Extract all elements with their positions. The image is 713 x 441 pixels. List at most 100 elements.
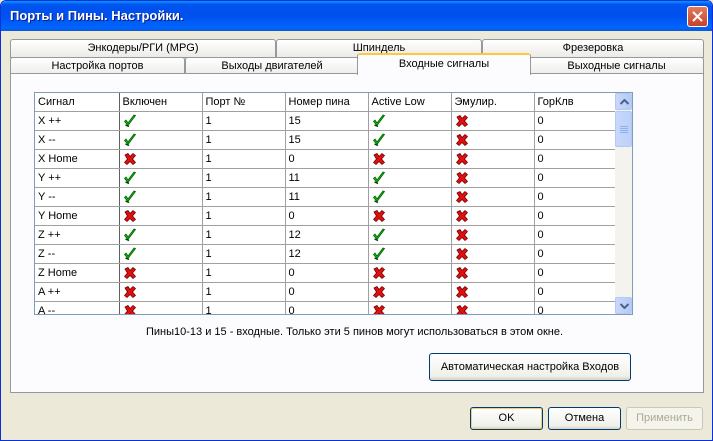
cell-hotkey[interactable]: 0 bbox=[534, 244, 618, 264]
cell-signal[interactable]: X Home bbox=[35, 149, 120, 169]
cell-port[interactable]: 1 bbox=[202, 301, 286, 314]
input-signals-grid[interactable]: Сигнал Включен Порт № Номер пина Active … bbox=[34, 92, 633, 315]
table-row[interactable]: Z ++ 1 12 0 bbox=[35, 225, 618, 245]
cell-hotkey[interactable]: 0 bbox=[534, 149, 618, 169]
table-row[interactable]: Y Home 1 0 0 bbox=[35, 206, 618, 226]
cell-active-low[interactable] bbox=[368, 130, 452, 150]
cell-enabled[interactable] bbox=[119, 225, 203, 245]
cell-signal[interactable]: Z -- bbox=[35, 244, 120, 264]
table-row[interactable]: X Home 1 0 0 bbox=[35, 149, 618, 169]
cell-active-low[interactable] bbox=[368, 282, 452, 302]
cell-signal[interactable]: Z Home bbox=[35, 263, 120, 283]
apply-button[interactable]: Применить bbox=[626, 407, 703, 430]
table-row[interactable]: Z Home 1 0 0 bbox=[35, 263, 618, 283]
cell-active-low[interactable] bbox=[368, 187, 452, 207]
cell-port[interactable]: 1 bbox=[202, 263, 286, 283]
cell-enabled[interactable] bbox=[119, 244, 203, 264]
cell-active-low[interactable] bbox=[368, 149, 452, 169]
cell-enabled[interactable] bbox=[119, 168, 203, 188]
cell-enabled[interactable] bbox=[119, 282, 203, 302]
cancel-button[interactable]: Отмена bbox=[548, 407, 621, 430]
cell-hotkey[interactable]: 0 bbox=[534, 130, 618, 150]
cell-active-low[interactable] bbox=[368, 244, 452, 264]
cell-port[interactable]: 1 bbox=[202, 168, 286, 188]
cell-hotkey[interactable]: 0 bbox=[534, 187, 618, 207]
cell-active-low[interactable] bbox=[368, 301, 452, 314]
cell-emulated[interactable] bbox=[451, 301, 535, 314]
cell-pin[interactable]: 0 bbox=[285, 301, 369, 314]
cell-enabled[interactable] bbox=[119, 149, 203, 169]
cell-pin[interactable]: 0 bbox=[285, 149, 369, 169]
cell-emulated[interactable] bbox=[451, 282, 535, 302]
cell-port[interactable]: 1 bbox=[202, 282, 286, 302]
cell-emulated[interactable] bbox=[451, 206, 535, 226]
cell-emulated[interactable] bbox=[451, 244, 535, 264]
cell-pin[interactable]: 0 bbox=[285, 282, 369, 302]
cell-emulated[interactable] bbox=[451, 225, 535, 245]
cell-pin[interactable]: 0 bbox=[285, 263, 369, 283]
table-row[interactable]: A -- 1 0 0 bbox=[35, 301, 618, 314]
cell-enabled[interactable] bbox=[119, 206, 203, 226]
cell-enabled[interactable] bbox=[119, 301, 203, 314]
cell-signal[interactable]: A ++ bbox=[35, 282, 120, 302]
grid-vertical-scrollbar[interactable] bbox=[615, 93, 632, 314]
cell-emulated[interactable] bbox=[451, 149, 535, 169]
table-row[interactable]: A ++ 1 0 0 bbox=[35, 282, 618, 302]
cell-signal[interactable]: X ++ bbox=[35, 111, 120, 131]
cell-hotkey[interactable]: 0 bbox=[534, 263, 618, 283]
cell-active-low[interactable] bbox=[368, 206, 452, 226]
cell-pin[interactable]: 15 bbox=[285, 111, 369, 131]
cell-pin[interactable]: 11 bbox=[285, 168, 369, 188]
cell-hotkey[interactable]: 0 bbox=[534, 168, 618, 188]
cell-emulated[interactable] bbox=[451, 111, 535, 131]
cell-active-low[interactable] bbox=[368, 225, 452, 245]
cell-hotkey[interactable]: 0 bbox=[534, 282, 618, 302]
cell-active-low[interactable] bbox=[368, 263, 452, 283]
close-button[interactable] bbox=[687, 6, 708, 27]
cell-enabled[interactable] bbox=[119, 187, 203, 207]
cell-signal[interactable]: Y Home bbox=[35, 206, 120, 226]
cell-pin[interactable]: 15 bbox=[285, 130, 369, 150]
cell-emulated[interactable] bbox=[451, 187, 535, 207]
scroll-thumb[interactable] bbox=[615, 111, 632, 147]
scroll-down-button[interactable] bbox=[615, 297, 632, 314]
tab-encoders[interactable]: Энкодеры/РГИ (MPG) bbox=[10, 39, 276, 58]
cell-port[interactable]: 1 bbox=[202, 111, 286, 131]
tab-input-signals[interactable]: Входные сигналы bbox=[357, 53, 531, 75]
ok-button[interactable]: OK bbox=[470, 407, 543, 430]
cell-port[interactable]: 1 bbox=[202, 206, 286, 226]
cell-pin[interactable]: 11 bbox=[285, 187, 369, 207]
scroll-up-button[interactable] bbox=[615, 93, 632, 110]
table-row[interactable]: Y ++ 1 11 0 bbox=[35, 168, 618, 188]
cell-enabled[interactable] bbox=[119, 111, 203, 131]
cell-signal[interactable]: Y -- bbox=[35, 187, 120, 207]
cell-port[interactable]: 1 bbox=[202, 130, 286, 150]
cell-pin[interactable]: 12 bbox=[285, 244, 369, 264]
cell-port[interactable]: 1 bbox=[202, 187, 286, 207]
cell-active-low[interactable] bbox=[368, 168, 452, 188]
cell-enabled[interactable] bbox=[119, 130, 203, 150]
cell-port[interactable]: 1 bbox=[202, 149, 286, 169]
cell-pin[interactable]: 0 bbox=[285, 206, 369, 226]
table-row[interactable]: Y -- 1 11 0 bbox=[35, 187, 618, 207]
cell-pin[interactable]: 12 bbox=[285, 225, 369, 245]
cell-signal[interactable]: X -- bbox=[35, 130, 120, 150]
cell-hotkey[interactable]: 0 bbox=[534, 206, 618, 226]
table-row[interactable]: Z -- 1 12 0 bbox=[35, 244, 618, 264]
table-row[interactable]: X ++ 1 15 0 bbox=[35, 111, 618, 131]
auto-config-inputs-button[interactable]: Автоматическая настройка Входов bbox=[429, 353, 631, 381]
cell-signal[interactable]: Y ++ bbox=[35, 168, 120, 188]
cell-emulated[interactable] bbox=[451, 130, 535, 150]
cell-active-low[interactable] bbox=[368, 111, 452, 131]
cell-port[interactable]: 1 bbox=[202, 244, 286, 264]
cell-enabled[interactable] bbox=[119, 263, 203, 283]
cell-port[interactable]: 1 bbox=[202, 225, 286, 245]
cell-hotkey[interactable]: 0 bbox=[534, 225, 618, 245]
cell-emulated[interactable] bbox=[451, 168, 535, 188]
cell-hotkey[interactable]: 0 bbox=[534, 301, 618, 314]
cell-signal[interactable]: Z ++ bbox=[35, 225, 120, 245]
table-row[interactable]: X -- 1 15 0 bbox=[35, 130, 618, 150]
cell-signal[interactable]: A -- bbox=[35, 301, 120, 314]
cell-hotkey[interactable]: 0 bbox=[534, 111, 618, 131]
cell-emulated[interactable] bbox=[451, 263, 535, 283]
